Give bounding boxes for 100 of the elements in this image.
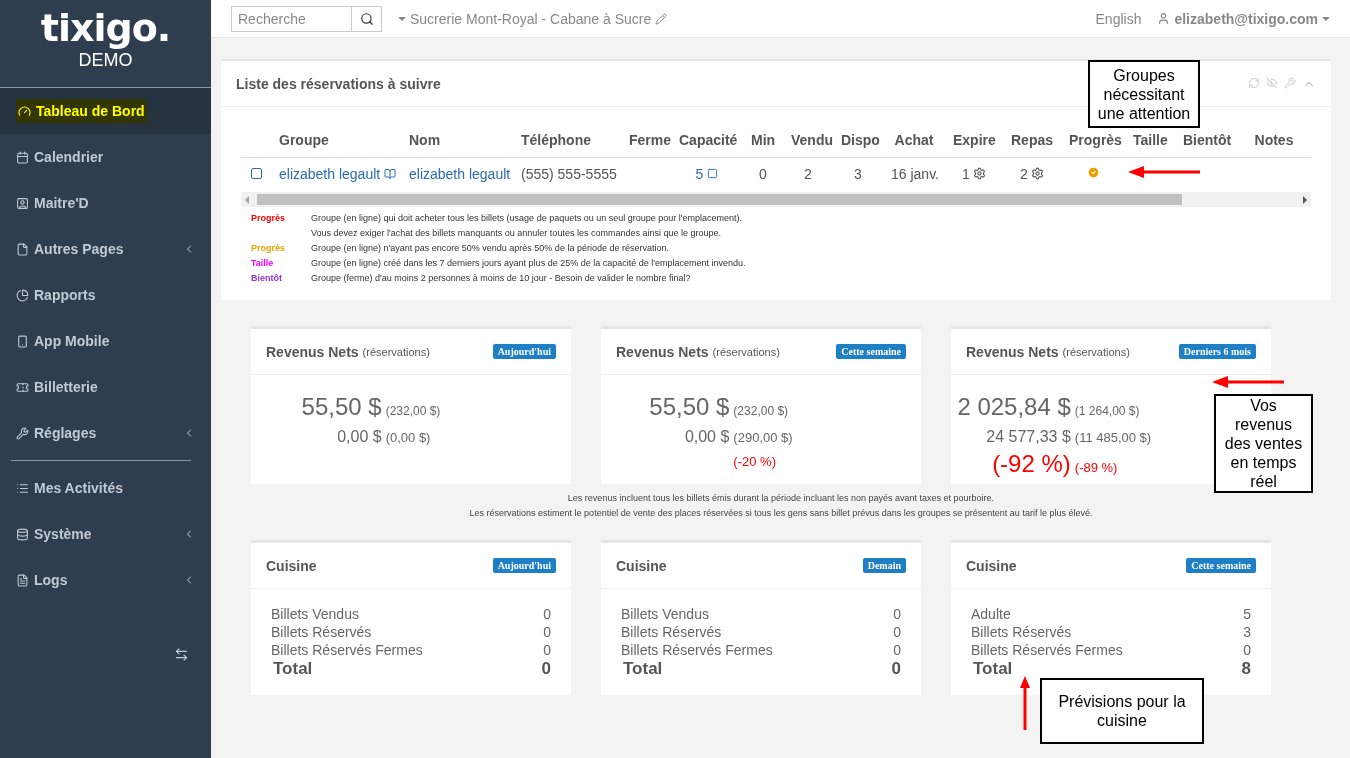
row-label: Billets Réservés Fermes [621,641,773,659]
table-cell: 2 [804,165,812,182]
card-subtitle: (réservations) [1062,345,1130,358]
legend-text: Groupe (en ligne) n'ayant pas encore 50% vendu après 50% de la période de réservation. [311,242,670,255]
footnote: Les revenus incluent tous les billets émis durant la période incluant les non payés avant taxes et pourboire. [566,492,996,505]
contact-icon [16,196,29,210]
sidebar-item[interactable]: Réglages [16,425,97,441]
annotation-callout: Groupes nécessitant une attention [1088,60,1200,128]
row-value: 3 [1243,623,1251,641]
sidebar-item[interactable]: Tableau de Bord [16,99,147,123]
table-cell: (555) 555-5555 [521,165,617,182]
panel-title: Liste des réservations à suivre [236,75,441,92]
annotation-callout: Prévisions pour la cuisine [1040,678,1204,744]
capacity-link[interactable]: 5 [695,165,719,182]
booked-value: 24 577,33 $ [986,428,1071,446]
card-title: Cuisine [266,557,317,574]
search-field[interactable]: Recherche [231,5,352,32]
language-link[interactable]: English [1095,10,1142,27]
row-value: 0 [1243,641,1251,659]
logo: tixigo. [40,6,171,50]
phone-icon [16,334,29,348]
total-value: 8 [1241,659,1251,679]
card-title: Revenus Nets [616,343,709,360]
search-button[interactable] [352,5,382,32]
legend-text: Groupe (ferme) d'au moins 2 personnes à moins de 10 jour - Besoin de valider le nombre final? [311,272,692,285]
total-value: 0 [541,659,551,679]
database-icon [16,527,29,541]
sidebar-item[interactable]: App Mobile [16,333,110,349]
location-link[interactable]: Sucrerie Mont-Royal - Cabane à Sucre [398,10,668,27]
legend-label: Bientôt [251,272,283,285]
legend-label: Progrès [251,212,286,225]
sidebar-item[interactable]: Mes Activités [16,480,123,496]
eye-off-icon[interactable] [1266,76,1278,89]
card-title: Cuisine [966,557,1017,574]
column-header: Capacité [671,123,743,157]
column-header: Dispo [833,123,883,157]
revenue-compare: (232,00 $) [732,403,789,420]
card-title: Revenus Nets [266,343,359,360]
table-cell: 3 [854,165,862,182]
user-icon [1157,12,1171,25]
change-percent: (-92 %) [992,450,1071,478]
column-header: Achat [883,123,945,157]
arrow [1020,676,1030,730]
row-value: 0 [893,605,901,623]
column-header: Groupe [271,123,401,157]
column-header: Expire [945,123,1003,157]
period-badge: Aujourd'hui [492,344,556,359]
period-badge: Demain [862,558,906,573]
refresh-icon[interactable] [1248,76,1260,89]
booked-compare: (0,00 $) [384,429,431,447]
sidebar-item[interactable]: Autres Pages [16,241,124,257]
row-label: Adulte [971,605,1011,623]
horizontal-scrollbar[interactable] [241,192,1311,207]
logo-subtitle: DEMO [78,50,133,70]
wrench-icon [16,426,29,440]
gear-icon [972,167,986,181]
name-link[interactable]: elizabeth legault [409,165,511,182]
row-label: Billets Réservés [621,623,722,641]
pencil-icon [655,12,668,25]
booked-compare: (290,00 $) [732,429,793,447]
period-badge: Aujourd'hui [492,558,556,573]
sidebar-item[interactable]: Rapports [16,287,96,303]
page-icon [16,242,29,256]
row-label: Billets Réservés [271,623,372,641]
row-label: Billets Réservés Fermes [971,641,1123,659]
column-header: Nom [401,123,513,157]
ticket-icon [16,380,29,394]
row-value: 5 [1243,605,1251,623]
period-badge: Cette semaine [1186,558,1256,573]
user-menu[interactable]: elizabeth@tixigo.com [1157,10,1330,27]
row-value: 0 [893,623,901,641]
wrench-icon[interactable] [1284,76,1296,89]
group-link[interactable]: elizabeth legault [279,165,397,182]
card-subtitle: (réservations) [712,345,780,358]
legend-label: Progrès [251,242,286,255]
row-value: 0 [543,641,551,659]
row-label: Billets Vendus [621,605,709,623]
swap-icon[interactable] [174,647,189,662]
legend-text: Groupe (en ligne) créé dans les 7 derniers jours ayant plus de 25% de la capacité de l'emplacement invendu. [311,257,747,270]
sidebar-item[interactable]: Logs [16,572,68,588]
booked-value: 0,00 $ [337,428,382,446]
revenue-value: 55,50 $ [649,393,730,421]
list-icon [16,481,29,495]
total-label: Total [623,659,663,679]
legend-text: Groupe (en ligne) qui doit acheter tous les billets (usage de paquets ou un seul groupe pour l'emplacement). Vous devez exiger l'achat des billets manquants ou annuler toutes les commandes ainsi que le groupe. [311,212,743,240]
sidebar-item[interactable]: Système [16,526,92,542]
card-subtitle: (réservations) [362,345,430,358]
row-checkbox[interactable] [250,167,262,179]
period-badge: Derniers 6 mois [1178,344,1256,359]
row-label: Billets Réservés Fermes [271,641,423,659]
document-icon [16,573,29,587]
table-cell: 2 [1020,165,1044,182]
calendar-icon [16,150,29,164]
column-header: Notes [1237,123,1311,157]
booked-value: 0,00 $ [684,428,730,446]
sidebar-item[interactable]: Maitre'D [16,195,89,211]
row-value: 0 [893,641,901,659]
sidebar-item[interactable]: Billetterie [16,379,98,395]
card-title: Cuisine [616,557,667,574]
sidebar-item[interactable]: Calendrier [16,149,104,165]
